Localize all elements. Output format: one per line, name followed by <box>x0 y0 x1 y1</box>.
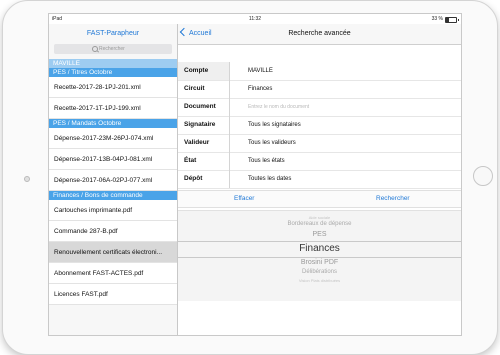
back-button[interactable]: Accueil <box>179 27 212 40</box>
list-item[interactable]: Recette-2017-1T-1PJ-199.xml <box>49 98 177 119</box>
field-value: Tous les signataires <box>248 122 301 128</box>
picker-option[interactable]: Brosini PDF <box>178 259 461 266</box>
circuit-picker[interactable]: Aide sociale Bordereaux de dépense PES F… <box>178 210 461 301</box>
field-document[interactable]: Document Entrez le nom du document <box>178 98 461 117</box>
list-item[interactable]: Abonnement FAST-ACTES.pdf <box>49 263 177 284</box>
picker-option-selected[interactable]: Finances <box>178 243 461 254</box>
clock: 11:32 <box>248 16 262 22</box>
detail-pane: Recherche avancée Accueil Compte MAVILLE… <box>178 24 461 335</box>
front-camera <box>24 176 30 182</box>
list-item[interactable]: Commande 287-B.pdf <box>49 221 177 242</box>
list-item[interactable]: Cartouches imprimante.pdf <box>49 200 177 221</box>
navigation-bar: Recherche avancée Accueil <box>178 24 461 45</box>
home-button[interactable] <box>473 166 493 186</box>
field-value: MAVILLE <box>248 68 273 74</box>
field-label: Valideur <box>184 139 210 146</box>
battery-icon <box>445 17 459 23</box>
picker-option[interactable]: Délibérations <box>178 269 461 275</box>
battery-level-fill <box>446 18 450 22</box>
picker-option[interactable]: PES <box>178 231 461 238</box>
field-value: Tous les états <box>248 158 285 164</box>
screen: iPad 11:32 33 % FAST-Parapheur Recherche… <box>48 13 462 336</box>
action-bar: Effacer Rechercher <box>178 190 461 208</box>
list-item-selected[interactable]: Renouvellement certificats électroni... <box>49 242 177 263</box>
page-title: Recherche avancée <box>288 30 351 37</box>
list-item[interactable]: Licences FAST.pdf <box>49 284 177 305</box>
list-item[interactable]: Recette-2017-28-1PJ-201.xml <box>49 77 177 98</box>
section-header-mandats: PES / Mandats Octobre <box>49 119 177 128</box>
battery-percentage: 33 % <box>431 16 443 22</box>
field-compte[interactable]: Compte MAVILLE <box>178 62 461 81</box>
document-input[interactable]: Entrez le nom du document <box>248 98 309 116</box>
field-circuit[interactable]: Circuit Finances <box>178 80 461 99</box>
picker-option[interactable]: Aide sociale <box>178 215 461 220</box>
field-label: Document <box>184 103 216 110</box>
master-pane: FAST-Parapheur Rechercher MAVILLE PES / … <box>49 24 178 335</box>
picker-option[interactable]: Vision Plats distribuées <box>178 278 461 283</box>
field-signataire[interactable]: Signataire Tous les signataires <box>178 116 461 135</box>
clear-button[interactable]: Effacer <box>234 191 254 207</box>
list-item[interactable]: Dépense-2017-06A-02PJ-077.xml <box>49 170 177 191</box>
list-item[interactable]: Dépense-2017-13B-04PJ-081.xml <box>49 149 177 170</box>
field-value: Toutes les dates <box>248 176 292 182</box>
search-input[interactable]: Rechercher <box>54 44 172 54</box>
search-icon <box>92 46 98 52</box>
search-placeholder: Rechercher <box>99 46 125 52</box>
status-bar: iPad 11:32 33 % <box>49 14 461 24</box>
field-label: Circuit <box>184 85 205 92</box>
field-depot[interactable]: Dépôt Toutes les dates <box>178 170 461 189</box>
picker-selection-line <box>178 241 461 242</box>
section-header-titres: PES / Titres Octobre <box>49 68 177 77</box>
field-etat[interactable]: État Tous les états <box>178 152 461 171</box>
field-label: Compte <box>184 67 209 74</box>
chevron-left-icon <box>179 27 189 37</box>
search-button[interactable]: Rechercher <box>376 191 410 207</box>
field-value: Tous les valideurs <box>248 140 296 146</box>
field-label: Dépôt <box>184 175 203 182</box>
column-divider <box>229 62 230 188</box>
section-header-bons-de-commande: Finances / Bons de commande <box>49 191 177 200</box>
back-button-label: Accueil <box>189 30 212 37</box>
field-valideur[interactable]: Valideur Tous les valideurs <box>178 134 461 153</box>
section-header-account: MAVILLE <box>49 59 177 68</box>
list-item[interactable]: Dépense-2017-23M-26PJ-074.xml <box>49 128 177 149</box>
master-title: FAST-Parapheur <box>86 30 140 37</box>
field-label: État <box>184 157 197 164</box>
picker-selection-line <box>178 257 461 258</box>
field-value: Finances <box>248 86 273 92</box>
field-label: Signataire <box>184 121 216 128</box>
picker-option[interactable]: Bordereaux de dépense <box>178 221 461 227</box>
ipad-device-frame: iPad 11:32 33 % FAST-Parapheur Recherche… <box>2 0 498 355</box>
